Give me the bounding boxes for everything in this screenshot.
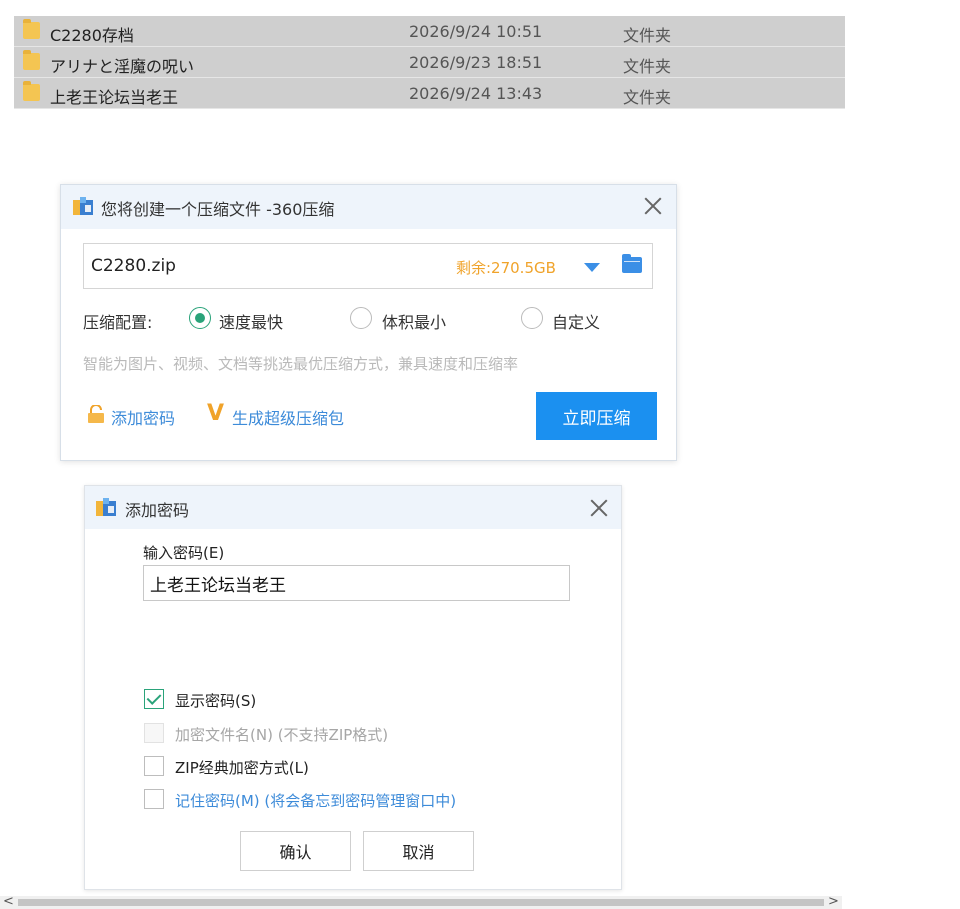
free-space-label: 剩余:270.5GB (456, 259, 556, 277)
radio-fastest-label[interactable]: 速度最快 (219, 309, 283, 333)
radio-fastest[interactable] (189, 307, 211, 329)
dialog-title: 您将创建一个压缩文件 -360压缩 (101, 200, 335, 219)
radio-smallest-label[interactable]: 体积最小 (382, 309, 446, 333)
cancel-button[interactable]: 取消 (363, 831, 474, 871)
scroll-left-arrow[interactable]: < (3, 894, 14, 909)
remember-password-checkbox[interactable] (144, 789, 164, 809)
output-path-field[interactable]: C2280.zip 剩余:270.5GB (83, 243, 653, 289)
dialog-title: 添加密码 (125, 501, 190, 520)
compress-dialog: 您将创建一个压缩文件 -360压缩 C2280.zip 剩余:270.5GB 压… (60, 184, 677, 461)
radio-smallest[interactable] (350, 307, 372, 329)
scrollbar-thumb[interactable] (18, 899, 824, 906)
show-password-checkbox[interactable] (144, 689, 164, 709)
vip-v-icon: V (207, 401, 225, 426)
file-type: 文件夹 (623, 88, 672, 107)
file-type: 文件夹 (623, 26, 672, 45)
folder-icon (23, 81, 40, 101)
password-dialog: 添加密码 输入密码(E) 显示密码(S) 加密文件名(N) (不支持ZIP格式)… (84, 485, 622, 890)
file-date: 2026/9/23 18:51 (409, 53, 543, 72)
encrypt-filenames-checkbox (144, 723, 164, 743)
confirm-button[interactable]: 确认 (240, 831, 351, 871)
file-name: アリナと淫魔の呪い (50, 57, 195, 76)
close-icon[interactable] (641, 194, 665, 218)
archive-app-icon (73, 197, 93, 215)
compress-config-label: 压缩配置: (83, 313, 153, 332)
chevron-down-icon[interactable] (584, 263, 600, 272)
compress-hint: 智能为图片、视频、文档等挑选最优压缩方式，兼具速度和压缩率 (83, 355, 519, 373)
super-pack-link[interactable]: 生成超级压缩包 (232, 405, 344, 429)
compress-now-button[interactable]: 立即压缩 (536, 392, 657, 440)
archive-app-icon (96, 498, 116, 516)
folder-icon (23, 19, 40, 39)
file-row[interactable]: 上老王论坛当老王 2026/9/24 13:43 文件夹 (14, 78, 845, 109)
remember-password-label[interactable]: 记住密码(M) (将会备忘到密码管理窗口中) (175, 790, 456, 811)
file-name: C2280存档 (50, 26, 134, 45)
file-row[interactable]: C2280存档 2026/9/24 10:51 文件夹 (14, 16, 845, 47)
zip-classic-encryption-label[interactable]: ZIP经典加密方式(L) (175, 757, 309, 778)
horizontal-scrollbar[interactable]: < > (0, 894, 842, 909)
dialog-titlebar[interactable]: 添加密码 (85, 486, 621, 529)
file-list: C2280存档 2026/9/24 10:51 文件夹 アリナと淫魔の呪い 20… (14, 16, 845, 109)
password-input-label: 输入密码(E) (143, 544, 225, 562)
scroll-right-arrow[interactable]: > (828, 894, 839, 909)
encrypt-filenames-label: 加密文件名(N) (不支持ZIP格式) (175, 726, 389, 744)
zip-classic-encryption-checkbox[interactable] (144, 756, 164, 776)
add-password-link[interactable]: 添加密码 (111, 405, 175, 429)
close-icon[interactable] (587, 496, 611, 520)
output-filename[interactable]: C2280.zip (91, 256, 176, 276)
password-input[interactable] (143, 565, 570, 601)
radio-custom[interactable] (521, 307, 543, 329)
file-name: 上老王论坛当老王 (50, 88, 179, 107)
folder-browse-icon[interactable] (622, 254, 642, 273)
file-date: 2026/9/24 13:43 (409, 84, 543, 103)
folder-icon (23, 50, 40, 70)
lock-icon (88, 405, 104, 423)
dialog-titlebar[interactable]: 您将创建一个压缩文件 -360压缩 (61, 185, 676, 229)
file-type: 文件夹 (623, 57, 672, 76)
radio-custom-label[interactable]: 自定义 (552, 309, 600, 333)
file-row[interactable]: アリナと淫魔の呪い 2026/9/23 18:51 文件夹 (14, 47, 845, 78)
show-password-label[interactable]: 显示密码(S) (175, 690, 256, 711)
file-date: 2026/9/24 10:51 (409, 22, 543, 41)
